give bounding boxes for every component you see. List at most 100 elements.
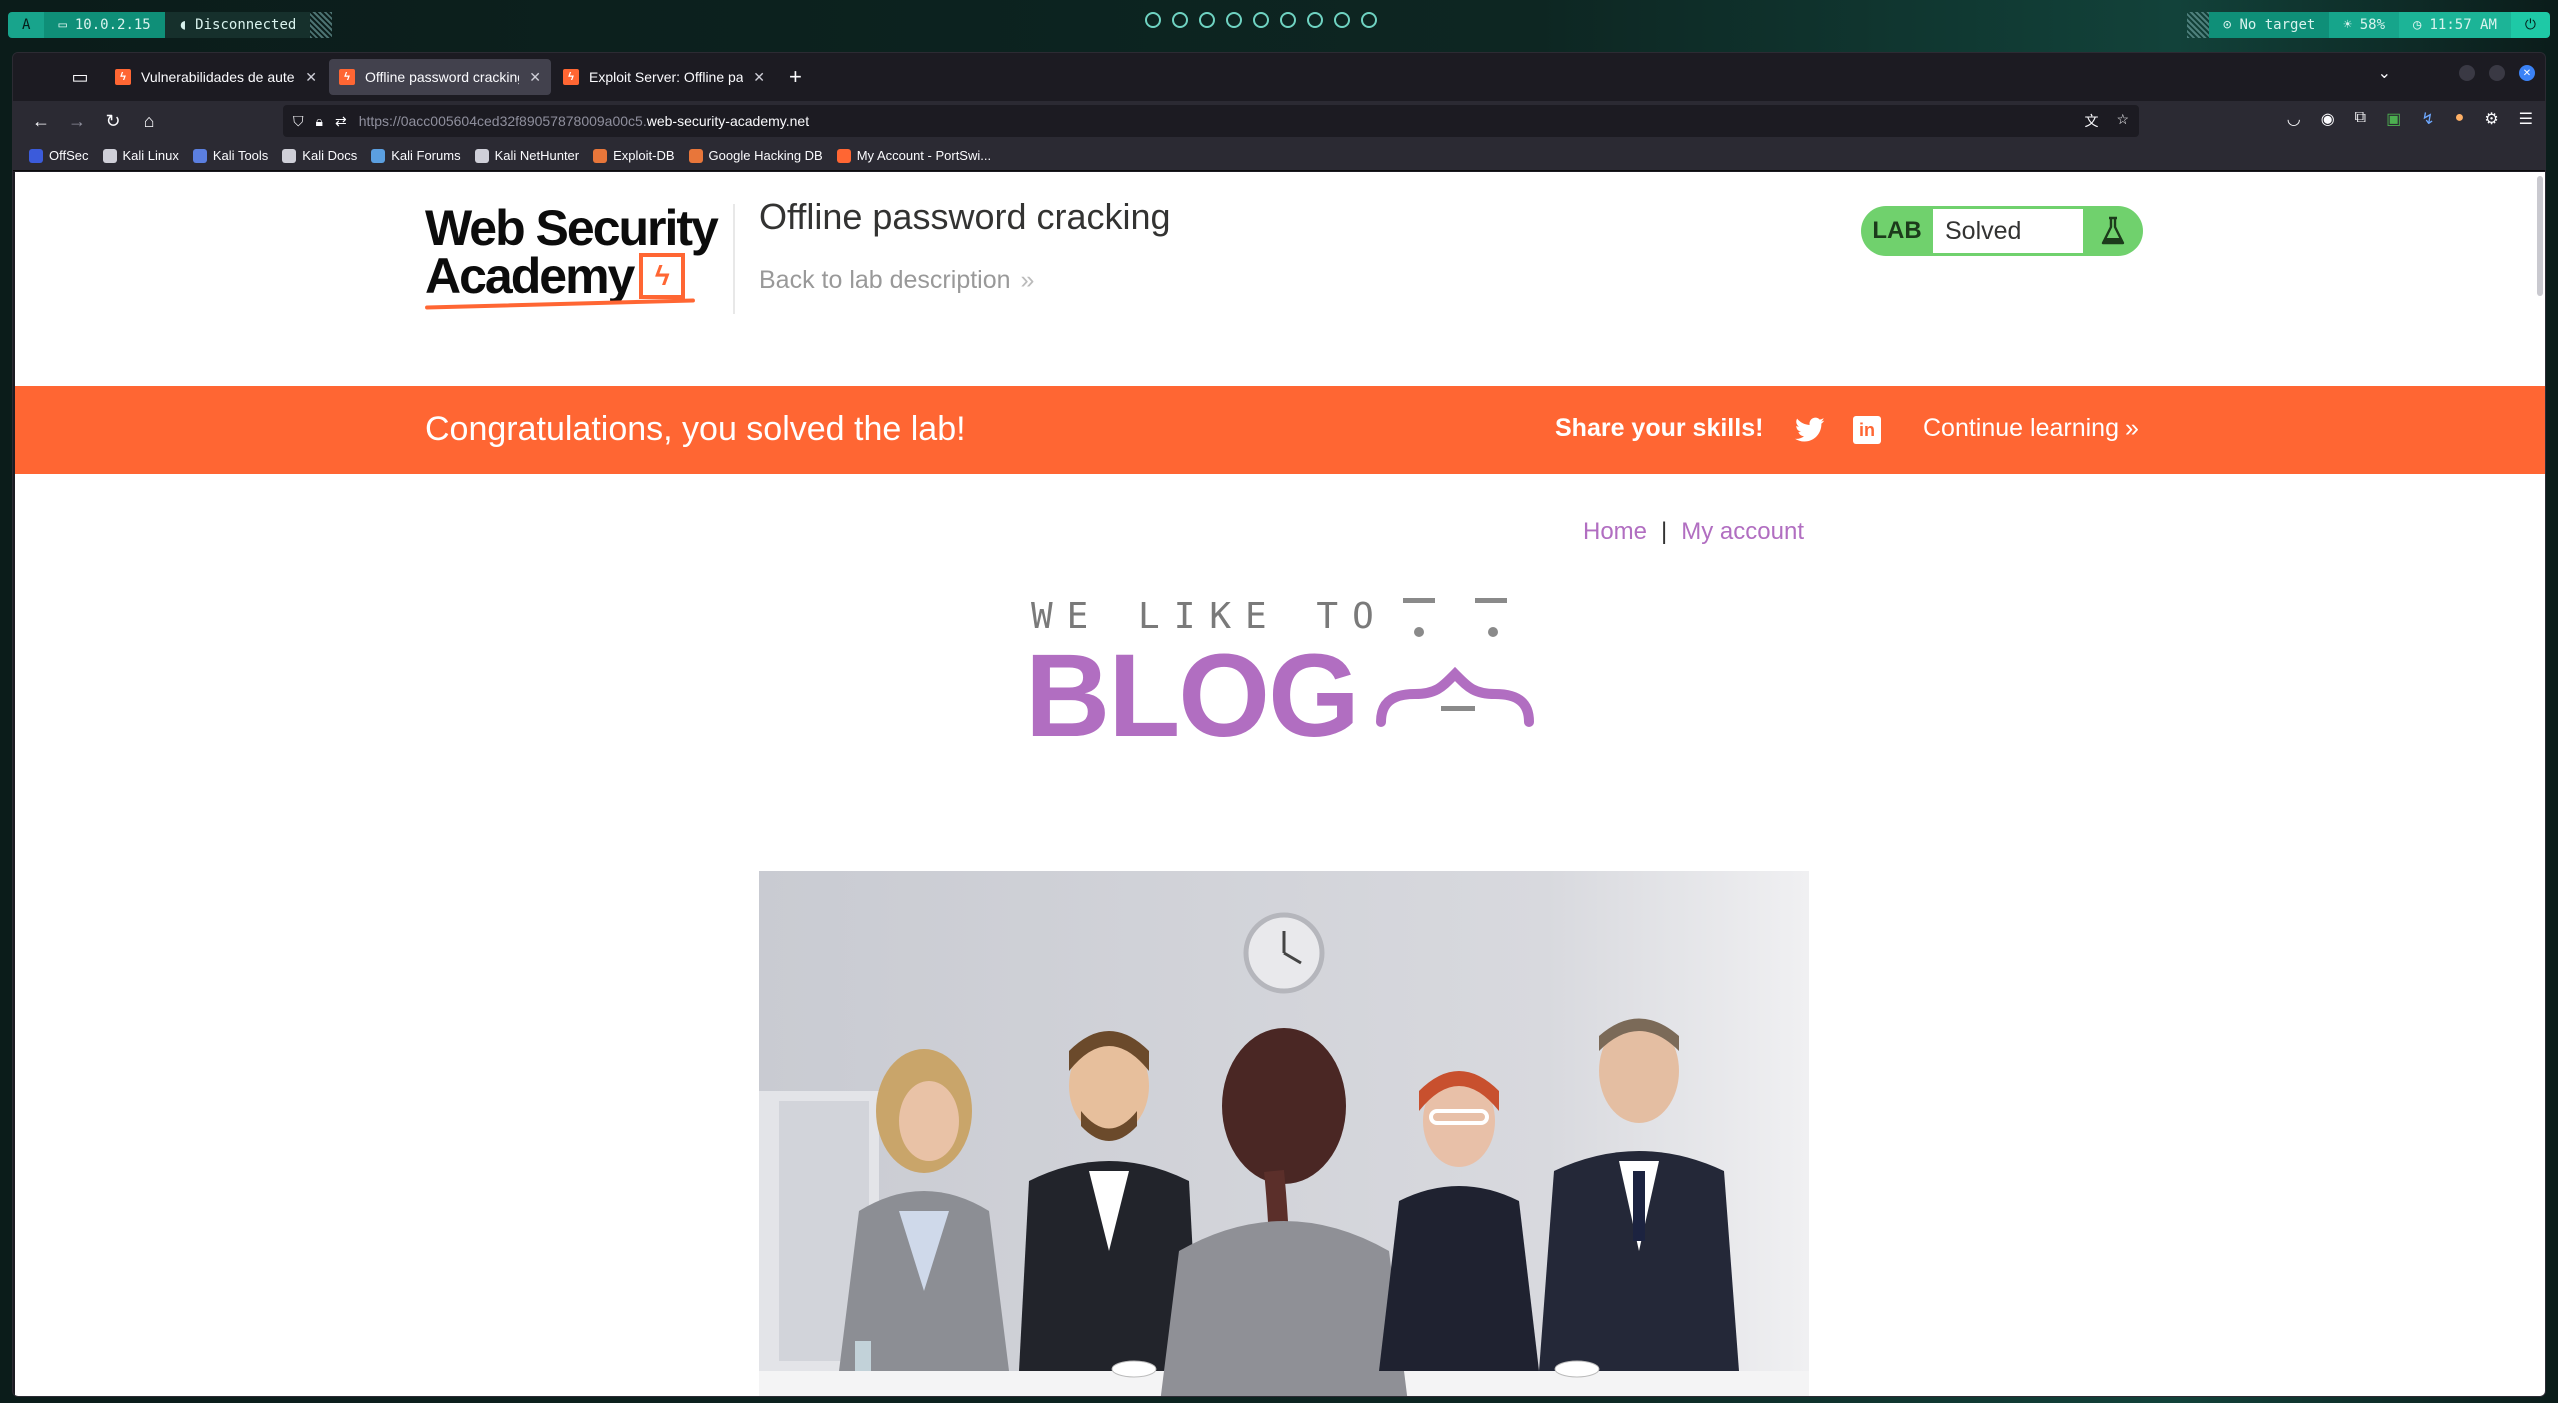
extension-fox-icon[interactable]: ●	[2455, 109, 2465, 129]
tab-strip: ▭ ϟ Vulnerabilidades de autenti ✕ ϟ Offl…	[13, 53, 2545, 101]
blog-hero-image[interactable]	[759, 871, 1809, 1396]
extension-green-icon[interactable]: ▣	[2386, 109, 2401, 129]
url-bar[interactable]: ⛉ 🔒︎ ⇄ https://0acc005604ced32f890578780…	[283, 105, 2139, 137]
sun-icon: ☀	[2343, 17, 2352, 33]
permissions-icon[interactable]: ⇄	[335, 113, 347, 130]
portswigger-favicon-icon: ϟ	[339, 69, 355, 85]
clock-time: 11:57 AM	[2429, 17, 2497, 33]
target-icon: ⊙	[2223, 17, 2232, 33]
workspace-1-icon[interactable]	[1145, 12, 1161, 28]
brightness-indicator[interactable]: ☀ 58%	[2329, 12, 2400, 38]
home-link[interactable]: Home	[1583, 518, 1647, 546]
tracking-shield-icon[interactable]: ⛉	[293, 113, 304, 130]
flask-icon	[2083, 216, 2143, 246]
kali-dragon-icon	[282, 148, 297, 163]
list-all-tabs-icon[interactable]: ⌄	[2378, 63, 2391, 83]
bookmark-kali-nethunter[interactable]: Kali NetHunter	[474, 148, 579, 163]
workspace-2-icon[interactable]	[1172, 12, 1188, 28]
bookmark-kali-tools[interactable]: Kali Tools	[192, 148, 269, 163]
continue-learning-link[interactable]: Continue learning»	[1923, 414, 2139, 443]
bookmark-star-icon[interactable]: ☆	[2116, 111, 2129, 131]
workspace-switcher	[1145, 12, 1377, 28]
menu-icon[interactable]: ☰	[2519, 109, 2533, 129]
tab-offline-password-cracking[interactable]: ϟ Offline password cracking ✕	[329, 59, 551, 95]
window-controls: ⌄ ✕	[2378, 63, 2535, 83]
continue-label: Continue learning	[1923, 414, 2119, 442]
bookmark-kali-forums[interactable]: Kali Forums	[371, 148, 461, 163]
home-icon[interactable]: ⌂	[131, 105, 167, 137]
bookmark-offsec[interactable]: OffSec	[29, 148, 89, 163]
vpn-indicator[interactable]: ◖ Disconnected	[164, 12, 311, 38]
close-window-button[interactable]: ✕	[2519, 65, 2535, 81]
lab-status-widget: LAB Solved	[1861, 206, 2143, 256]
account-icon[interactable]: ◉	[2321, 109, 2335, 129]
back-link-label: Back to lab description	[759, 266, 1011, 294]
kali-dragon-icon	[474, 148, 489, 163]
back-arrow-icon[interactable]: ←	[23, 105, 59, 137]
pocket-icon[interactable]: ◡	[2287, 109, 2301, 129]
url-domain: web-security-academy.net	[646, 113, 810, 129]
ip-address: 10.0.2.15	[74, 17, 151, 33]
back-to-lab-description-link[interactable]: Back to lab description »	[759, 266, 1034, 295]
tab-vulnerabilidades[interactable]: ϟ Vulnerabilidades de autenti ✕	[105, 59, 327, 95]
workspace-6-icon[interactable]	[1280, 12, 1296, 28]
logo-line-1: Web Security	[425, 200, 719, 256]
tab-exploit-server[interactable]: ϟ Exploit Server: Offline pass ✕	[553, 59, 775, 95]
page-viewport: Web Security Academy ϟ Offline password …	[15, 172, 2545, 1396]
bookmark-label: Kali Tools	[212, 148, 269, 163]
my-account-link[interactable]: My account	[1681, 518, 1804, 546]
target-indicator[interactable]: ⊙ No target	[2209, 12, 2330, 38]
ip-indicator[interactable]: ▭ 10.0.2.15	[44, 12, 165, 38]
share-label: Share your skills!	[1555, 414, 1764, 442]
shield-icon: ◖	[178, 17, 188, 33]
offsec-icon	[29, 148, 43, 163]
extension-translate-icon[interactable]: ↯	[2421, 109, 2434, 129]
toolbar-extensions: ◡ ◉ ⧉ ▣ ↯ ● ⚙ ☰	[2287, 109, 2533, 129]
tab-overview-icon[interactable]: ▭	[63, 60, 97, 94]
clock-indicator[interactable]: ◷ 11:57 AM	[2399, 12, 2511, 38]
workspace-8-icon[interactable]	[1334, 12, 1350, 28]
exploit-db-icon	[593, 148, 608, 163]
linkedin-icon[interactable]: in	[1853, 416, 1881, 444]
bookmark-exploit-db[interactable]: Exploit-DB	[593, 148, 675, 163]
close-tab-icon[interactable]: ✕	[305, 69, 317, 86]
close-tab-icon[interactable]: ✕	[529, 69, 541, 86]
translate-icon[interactable]: 文	[2084, 111, 2098, 131]
power-button[interactable]: ⏻	[2510, 12, 2550, 38]
settings-icon[interactable]: ⚙	[2484, 109, 2498, 129]
academy-header: Web Security Academy ϟ Offline password …	[15, 172, 2545, 386]
bookmark-kali-linux[interactable]: Kali Linux	[102, 148, 179, 163]
monitor-icon: ▭	[58, 17, 67, 33]
workspace-9-icon[interactable]	[1361, 12, 1377, 28]
minimize-button[interactable]	[2459, 65, 2475, 81]
bookmark-portswigger-account[interactable]: My Account - PortSwi...	[836, 148, 991, 163]
target-status: No target	[2239, 17, 2316, 33]
bookmark-kali-docs[interactable]: Kali Docs	[282, 148, 357, 163]
launcher-button[interactable]: A	[8, 12, 45, 38]
extensions-icon[interactable]: ⧉	[2355, 109, 2366, 129]
tab-title: Vulnerabilidades de autenti	[141, 69, 296, 85]
reload-icon[interactable]: ↻	[95, 105, 131, 137]
congrats-message: Congratulations, you solved the lab!	[425, 410, 966, 448]
close-tab-icon[interactable]: ✕	[753, 69, 765, 86]
blog-face-icon	[1376, 598, 1534, 727]
lock-icon[interactable]: 🔒︎	[316, 113, 323, 130]
tab-title: Offline password cracking	[365, 69, 520, 85]
forward-arrow-icon[interactable]: →	[59, 105, 95, 137]
workspace-5-icon[interactable]	[1253, 12, 1269, 28]
bookmark-label: Exploit-DB	[613, 148, 675, 163]
launcher-icon: A	[22, 17, 31, 33]
nav-separator: |	[1661, 518, 1668, 545]
bookmark-label: OffSec	[49, 148, 89, 163]
workspace-3-icon[interactable]	[1199, 12, 1215, 28]
blog-nav: Home | My account	[1583, 518, 1804, 546]
workspace-7-icon[interactable]	[1307, 12, 1323, 28]
new-tab-icon[interactable]: +	[789, 64, 802, 90]
twitter-icon[interactable]	[1795, 416, 1825, 444]
system-top-bar: A ▭ 10.0.2.15 ◖ Disconnected ⊙ No target…	[0, 0, 2558, 50]
web-security-academy-logo[interactable]: Web Security Academy ϟ	[424, 200, 725, 310]
congratulations-banner: Congratulations, you solved the lab! Sha…	[15, 386, 2545, 474]
bookmark-google-hacking-db[interactable]: Google Hacking DB	[688, 148, 823, 163]
workspace-4-icon[interactable]	[1226, 12, 1242, 28]
maximize-button[interactable]	[2489, 65, 2505, 81]
